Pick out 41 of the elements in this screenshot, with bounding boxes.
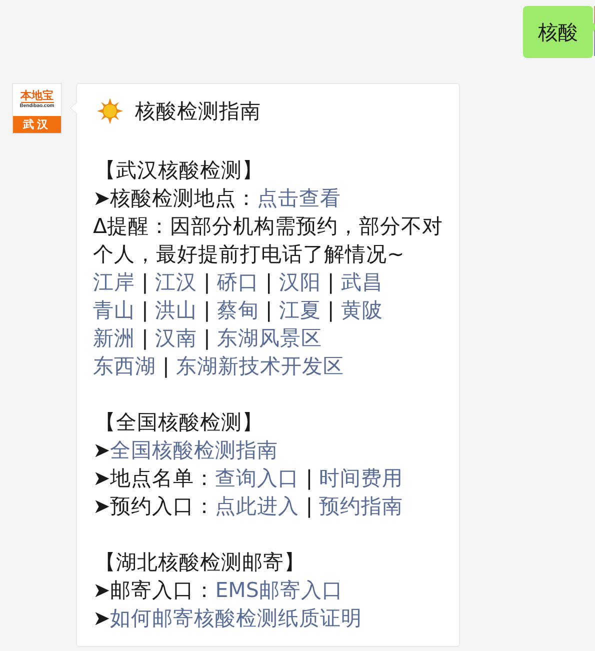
link[interactable]: 汉阳 — [278, 270, 321, 294]
text-line: 江岸 | 江汉 | 硚口 | 汉阳 | 武昌 — [93, 269, 384, 296]
link[interactable]: 江岸 — [93, 270, 135, 294]
link[interactable]: 青山 — [93, 298, 135, 322]
logo-name: 本地宝 — [20, 90, 54, 103]
text-line: ➤核酸检测地点：点击查看 — [93, 185, 342, 212]
text-line: ➤全国核酸检测指南 — [93, 437, 280, 464]
text-line: ➤地点名单：查询入口 | 时间费用 — [93, 465, 404, 492]
link[interactable]: 蔡甸 — [216, 298, 259, 322]
link[interactable]: 黄陂 — [340, 298, 383, 322]
link[interactable]: 如何邮寄核酸检测纸质证明 — [110, 606, 362, 630]
link[interactable]: 武昌 — [340, 270, 383, 294]
link[interactable]: 点此进入 — [215, 494, 300, 518]
city-label: 武汉 — [13, 116, 61, 133]
link[interactable]: 江夏 — [278, 298, 321, 322]
section-heading: 【武汉核酸检测】 — [94, 157, 264, 184]
link[interactable]: 点击查看 — [257, 186, 342, 210]
text-line: 东西湖 | 东湖新技术开发区 — [93, 353, 345, 380]
text-line: ➤如何邮寄核酸检测纸质证明 — [93, 605, 364, 632]
link[interactable]: 江汉 — [154, 270, 197, 294]
link[interactable]: 洪山 — [154, 298, 197, 322]
link[interactable]: 时间费用 — [319, 466, 404, 490]
link[interactable]: 硚口 — [216, 270, 259, 294]
link[interactable]: 汉南 — [154, 326, 197, 350]
link[interactable]: 新洲 — [93, 326, 135, 350]
link[interactable]: EMS邮寄入口 — [215, 578, 343, 602]
section-heading: 【全国核酸检测】 — [94, 409, 264, 436]
section-heading: 【湖北核酸检测邮寄】 — [94, 549, 306, 576]
message-title: 核酸检测指南 — [135, 98, 261, 125]
sun-icon — [97, 98, 123, 124]
link[interactable]: 预约指南 — [319, 494, 404, 518]
link[interactable]: 东西湖 — [93, 354, 156, 378]
text-line: 青山 | 洪山 | 蔡甸 | 江夏 | 黄陂 — [93, 297, 384, 324]
link[interactable]: 查询入口 — [215, 466, 300, 490]
link[interactable]: 全国核酸检测指南 — [110, 438, 278, 462]
link[interactable]: 东湖风景区 — [216, 326, 322, 350]
link[interactable]: 东湖新技术开发区 — [176, 354, 344, 378]
text-line: ➤预约入口：点此进入 | 预约指南 — [93, 493, 404, 520]
text-line: ➤邮寄入口：EMS邮寄入口 — [93, 577, 344, 604]
text-line: 新洲 | 汉南 | 东湖风景区 — [93, 325, 323, 352]
text-line: Δ提醒：因部分机构需预约，部分不对个人，最好提前打电话了解情况~ — [93, 213, 444, 268]
